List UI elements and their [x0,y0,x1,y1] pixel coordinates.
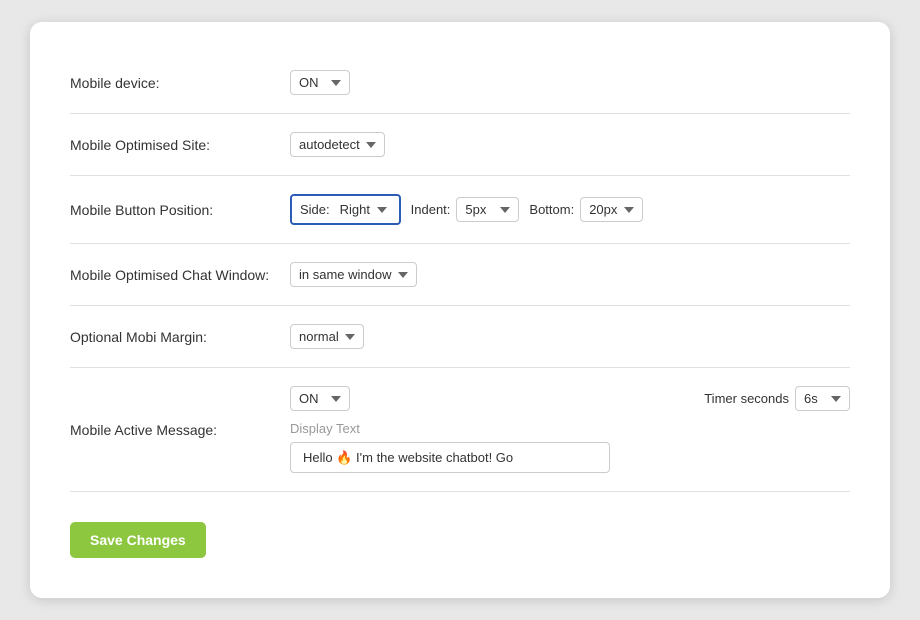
indent-group: Indent: 5px 10px 15px 20px [411,197,520,222]
mobile-button-position-controls: Side: Right Left Indent: 5px 10px 15px 2… [290,194,850,225]
mobile-optimised-site-label: Mobile Optimised Site: [70,137,290,153]
timer-group: Timer seconds 6s 3s 9s 12s [704,386,850,411]
mobile-button-position-row: Mobile Button Position: Side: Right Left… [70,176,850,244]
bottom-group: Bottom: 20px 30px 40px 50px [529,197,643,222]
save-changes-button[interactable]: Save Changes [70,522,206,558]
timer-label: Timer seconds [704,391,789,406]
mobile-optimised-site-row: Mobile Optimised Site: autodetect always… [70,114,850,176]
mobile-button-position-label: Mobile Button Position: [70,202,290,218]
chat-input[interactable] [290,442,610,473]
mobile-optimised-site-controls: autodetect always never [290,132,850,157]
mobile-device-select[interactable]: ON OFF [290,70,350,95]
indent-label: Indent: [411,202,451,217]
bottom-select[interactable]: 20px 30px 40px 50px [580,197,643,222]
settings-card: Mobile device: ON OFF Mobile Optimised S… [30,22,890,598]
active-message-col: ON OFF Timer seconds 6s 3s 9s 12s Displa… [290,386,850,473]
mobile-active-message-label: Mobile Active Message: [70,422,290,438]
side-label: Side: [300,202,330,217]
mobile-optimised-chat-window-select[interactable]: in same window in new window [290,262,417,287]
mobile-optimised-site-select[interactable]: autodetect always never [290,132,385,157]
mobile-optimised-chat-window-row: Mobile Optimised Chat Window: in same wi… [70,244,850,306]
optional-mobi-margin-row: Optional Mobi Margin: normal small large [70,306,850,368]
optional-mobi-margin-select[interactable]: normal small large [290,324,364,349]
footer-row: Save Changes [70,492,850,558]
active-message-row1: ON OFF Timer seconds 6s 3s 9s 12s [290,386,850,411]
timer-select[interactable]: 6s 3s 9s 12s [795,386,850,411]
side-group: Side: Right Left [290,194,401,225]
display-text-label: Display Text [290,421,850,436]
optional-mobi-margin-label: Optional Mobi Margin: [70,329,290,345]
mobile-optimised-chat-window-label: Mobile Optimised Chat Window: [70,267,290,283]
optional-mobi-margin-controls: normal small large [290,324,850,349]
side-select[interactable]: Right Left [336,200,391,219]
indent-select[interactable]: 5px 10px 15px 20px [456,197,519,222]
mobile-active-message-on-select[interactable]: ON OFF [290,386,350,411]
mobile-device-label: Mobile device: [70,75,290,91]
mobile-device-controls: ON OFF [290,70,850,95]
mobile-active-message-controls: ON OFF Timer seconds 6s 3s 9s 12s Displa… [290,386,850,473]
bottom-label: Bottom: [529,202,574,217]
mobile-optimised-chat-window-controls: in same window in new window [290,262,850,287]
mobile-device-row: Mobile device: ON OFF [70,52,850,114]
mobile-active-message-row: Mobile Active Message: ON OFF Timer seco… [70,368,850,492]
